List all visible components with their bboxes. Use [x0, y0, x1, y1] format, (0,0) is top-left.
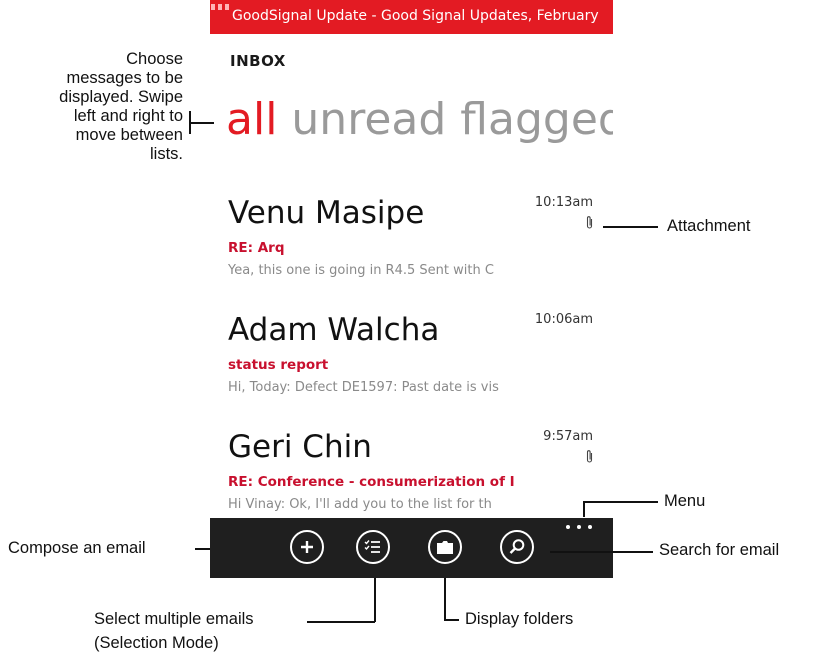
pivot-header: all unread flagged	[226, 90, 613, 150]
phone-screen: GoodSignal Update - Good Signal Updates,…	[210, 0, 613, 578]
callout-line: Choose	[126, 50, 183, 68]
message-sender: Adam Walcha	[228, 312, 438, 348]
paperclip-icon	[586, 450, 593, 463]
message-preview: Yea, this one is going in R4.5 Sent with…	[228, 263, 494, 278]
notification-text: GoodSignal Update - Good Signal Updates,…	[232, 8, 599, 24]
leader-line	[603, 226, 658, 228]
app-bar	[210, 518, 613, 578]
callout-search: Search for email	[659, 541, 780, 559]
leader-line	[374, 578, 376, 622]
ellipsis-icon[interactable]	[566, 518, 592, 536]
pivot-flagged[interactable]: flagged	[460, 94, 613, 145]
message-subject: status report	[228, 357, 329, 373]
inbox-title: INBOX	[230, 52, 286, 70]
message-time: 10:06am	[534, 312, 593, 327]
select-button[interactable]	[356, 530, 390, 564]
search-icon	[509, 539, 525, 554]
callout-menu: Menu	[664, 492, 706, 510]
callout-select-mode: (Selection Mode)	[94, 634, 219, 652]
folder-icon	[437, 540, 453, 554]
search-button[interactable]	[500, 530, 534, 564]
paperclip-icon	[586, 216, 593, 229]
notification-toast[interactable]: GoodSignal Update - Good Signal Updates,…	[210, 0, 613, 34]
leader-line	[307, 621, 375, 623]
message-preview: Hi, Today: Defect DE1597: Past date is v…	[228, 380, 499, 395]
callout-compose: Compose an email	[8, 539, 146, 557]
compose-button[interactable]	[290, 530, 324, 564]
callout-select: Select multiple emails	[94, 610, 254, 628]
leader-line	[189, 122, 214, 124]
callout-folders: Display folders	[465, 610, 574, 628]
pivot-unread[interactable]: unread	[291, 94, 446, 145]
message-subject: RE: Conference - consumerization of I	[228, 474, 515, 490]
callout-line: displayed. Swipe	[59, 88, 183, 106]
message-subject: RE: Arq	[228, 240, 285, 256]
message-sender: Geri Chin	[228, 429, 372, 465]
callout-line: messages to be	[66, 69, 183, 87]
leader-line	[583, 501, 585, 517]
select-list-icon	[364, 540, 380, 553]
message-sender: Venu Masipe	[228, 195, 425, 231]
callout-attachment: Attachment	[667, 217, 751, 235]
pivot-all[interactable]: all	[226, 94, 277, 145]
message-item[interactable]: Venu Masipe 10:13am RE: Arq Yea, this on…	[210, 195, 613, 305]
leader-line	[195, 548, 210, 550]
folders-button[interactable]	[428, 530, 462, 564]
callout-line: left and right to	[73, 107, 183, 125]
leader-line	[583, 501, 658, 503]
message-time: 10:13am	[534, 195, 593, 210]
message-time: 9:57am	[543, 429, 593, 444]
message-item[interactable]: Adam Walcha 10:06am status report Hi, To…	[210, 312, 613, 422]
leader-line	[444, 619, 459, 621]
callout-choose-messages: Choose messages to be displayed. Swipe l…	[10, 50, 183, 164]
leader-line	[444, 578, 446, 620]
leader-line	[550, 551, 653, 553]
message-preview: Hi Vinay: Ok, I'll add you to the list f…	[228, 497, 492, 512]
callout-line: move between	[75, 126, 183, 144]
callout-line: lists.	[150, 145, 183, 163]
add-icon	[301, 541, 313, 553]
